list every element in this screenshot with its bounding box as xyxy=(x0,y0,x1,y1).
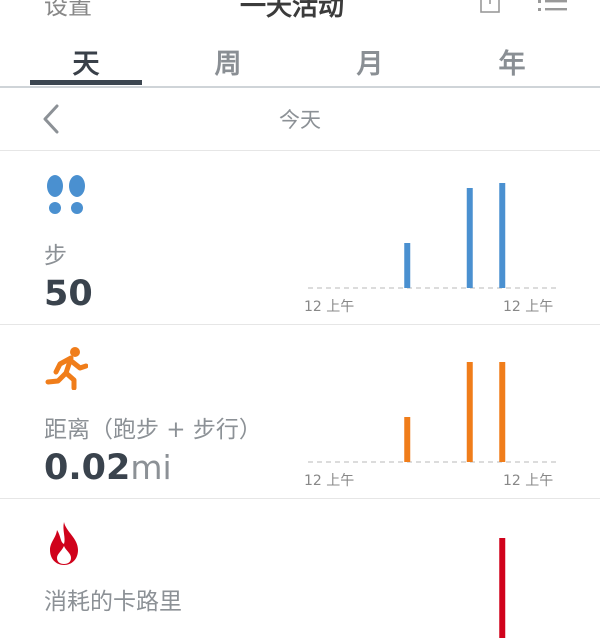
distance-label: 距离（跑步 + 步行） xyxy=(44,417,262,443)
steps-chart xyxy=(308,183,556,289)
chart-bar xyxy=(499,538,506,638)
chart-bar xyxy=(499,362,506,462)
tab-week[interactable]: 周 xyxy=(158,42,298,81)
running-person-icon xyxy=(45,347,88,390)
distance-tick-right: 12 上午 xyxy=(503,473,554,489)
chart-bar xyxy=(466,188,473,288)
steps-label: 步 xyxy=(44,243,67,269)
steps-tick-right: 12 上午 xyxy=(503,299,554,315)
distance-chart xyxy=(308,362,556,463)
tab-month[interactable]: 月 xyxy=(300,42,440,81)
steps-tick-left: 12 上午 xyxy=(304,299,355,315)
day-navigation: 今天 xyxy=(0,88,600,151)
current-day-label: 今天 xyxy=(279,108,321,132)
settings-button[interactable]: 设置 xyxy=(44,0,92,21)
footprints-icon xyxy=(47,175,85,214)
chart-bar xyxy=(499,183,506,288)
flame-icon xyxy=(50,522,78,565)
distance-unit: mi xyxy=(130,448,172,487)
distance-tick-left: 12 上午 xyxy=(304,473,355,489)
page-title: 一天活动 xyxy=(240,0,345,22)
tab-day[interactable]: 天 xyxy=(16,42,156,81)
steps-value: 50 xyxy=(44,274,93,314)
calories-card[interactable]: 消耗的卡路里 xyxy=(0,498,600,638)
active-tab-indicator xyxy=(30,80,142,85)
tab-year[interactable]: 年 xyxy=(442,42,582,81)
calories-label: 消耗的卡路里 xyxy=(44,589,182,615)
distance-value: 0.02mi xyxy=(44,448,172,488)
period-tabs: 天 周 月 年 xyxy=(0,30,600,88)
share-icon[interactable] xyxy=(480,0,500,14)
list-icon[interactable] xyxy=(538,0,568,18)
chart-bar xyxy=(404,243,411,288)
calories-chart xyxy=(499,538,506,638)
distance-card[interactable]: 距离（跑步 + 步行） 0.02mi 12 上午 12 上午 xyxy=(0,324,600,499)
chart-bar xyxy=(404,417,411,462)
chart-bar xyxy=(466,362,473,462)
top-bar: 设置 一天活动 xyxy=(0,0,600,22)
steps-card[interactable]: 步 50 12 上午 12 上午 xyxy=(0,150,600,325)
